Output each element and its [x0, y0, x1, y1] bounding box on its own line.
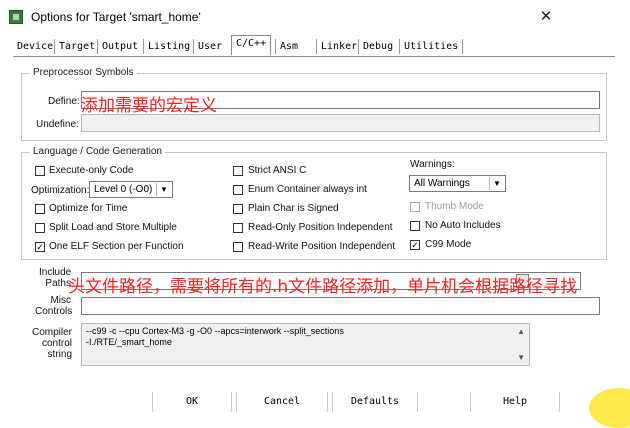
preprocessor-group-title: Preprocessor Symbols [30, 67, 137, 78]
scroll-down-icon[interactable]: ▼ [517, 352, 525, 363]
misc-controls-input[interactable] [81, 297, 600, 315]
define-label: Define: [48, 96, 80, 107]
strict-ansi-checkbox[interactable] [233, 166, 243, 176]
misc-controls-label: Misc Controls [35, 295, 73, 317]
split-load-store-checkbox[interactable] [35, 223, 45, 233]
rwpi-label: Read-Write Position Independent [248, 241, 396, 252]
include-paths-label: Include Paths [39, 267, 72, 289]
defaults-button[interactable]: Defaults [332, 392, 418, 412]
optimization-value: Level 0 (-O0) [94, 184, 153, 195]
tab-debug[interactable]: Debug [358, 39, 398, 54]
no-auto-includes-checkbox[interactable] [410, 221, 420, 231]
strict-ansi-label: Strict ANSI C [248, 165, 307, 176]
compiler-line-2: -I./RTE/_smart_home [86, 337, 172, 347]
tab-user[interactable]: User [193, 39, 227, 54]
plain-char-label: Plain Char is Signed [248, 203, 339, 214]
chevron-down-icon: ▼ [156, 183, 171, 196]
tab-utilities[interactable]: Utilities [399, 39, 464, 54]
thumb-mode-label: Thumb Mode [425, 201, 484, 212]
tab-strip: Device Target Output Listing User C/C++ … [13, 35, 613, 56]
cancel-button[interactable]: Cancel [236, 392, 328, 412]
optimization-label: Optimization: [31, 185, 90, 196]
tab-target[interactable]: Target [54, 39, 100, 54]
tab-asm[interactable]: Asm [275, 39, 303, 54]
one-elf-section-label: One ELF Section per Function [49, 241, 184, 252]
enum-container-label: Enum Container always int [248, 184, 367, 195]
c99-mode-label: C99 Mode [425, 239, 472, 250]
split-load-store-label: Split Load and Store Multiple [49, 222, 177, 233]
ok-button[interactable]: OK [152, 392, 232, 412]
optimize-time-checkbox[interactable] [35, 204, 45, 214]
warnings-select[interactable]: All Warnings ▼ [409, 175, 506, 192]
tab-c-cpp[interactable]: C/C++ [231, 35, 272, 55]
execute-only-label: Execute-only Code [49, 165, 134, 176]
enum-container-checkbox[interactable] [233, 185, 243, 195]
thumb-mode-checkbox[interactable] [410, 202, 420, 212]
scroll-up-icon[interactable]: ▲ [517, 326, 525, 337]
chevron-down-icon: ▼ [489, 177, 504, 190]
close-button[interactable]: ✕ [532, 6, 560, 28]
ropi-label: Read-Only Position Independent [248, 222, 393, 233]
tab-listing[interactable]: Listing [143, 39, 195, 54]
tab-linker[interactable]: Linker [316, 39, 362, 54]
optimize-time-label: Optimize for Time [49, 203, 128, 214]
tab-output[interactable]: Output [97, 39, 143, 54]
c99-mode-checkbox[interactable]: ✓ [410, 240, 420, 250]
keil-uvision-icon [9, 10, 23, 24]
compiler-line-1: --c99 -c --cpu Cortex-M3 -g -O0 --apcs=i… [86, 326, 344, 336]
window-title: Options for Target 'smart_home' [31, 10, 201, 24]
help-button[interactable]: Help [470, 392, 560, 412]
ropi-checkbox[interactable] [233, 223, 243, 233]
include-annotation: 头文件路径，需要将所有的.h文件路径添加，单片机会根据路径寻找 [68, 277, 578, 297]
undefine-input[interactable] [81, 114, 600, 132]
no-auto-includes-label: No Auto Includes [425, 220, 501, 231]
optimization-select[interactable]: Level 0 (-O0) ▼ [89, 181, 173, 198]
execute-only-checkbox[interactable] [35, 166, 45, 176]
compiler-control-label: Compiler control string [31, 327, 72, 360]
rwpi-checkbox[interactable] [233, 242, 243, 252]
undefine-label: Undefine: [36, 119, 79, 130]
language-group-title: Language / Code Generation [30, 146, 165, 157]
define-annotation: 添加需要的宏定义 [81, 96, 217, 116]
compiler-control-string[interactable]: --c99 -c --cpu Cortex-M3 -g -O0 --apcs=i… [81, 323, 530, 366]
warnings-value: All Warnings [414, 178, 470, 189]
warnings-label: Warnings: [410, 159, 455, 170]
tab-device[interactable]: Device [13, 39, 58, 54]
title-bar: Options for Target 'smart_home' ✕ [0, 0, 630, 34]
plain-char-checkbox[interactable] [233, 204, 243, 214]
one-elf-section-checkbox[interactable]: ✓ [35, 242, 45, 252]
